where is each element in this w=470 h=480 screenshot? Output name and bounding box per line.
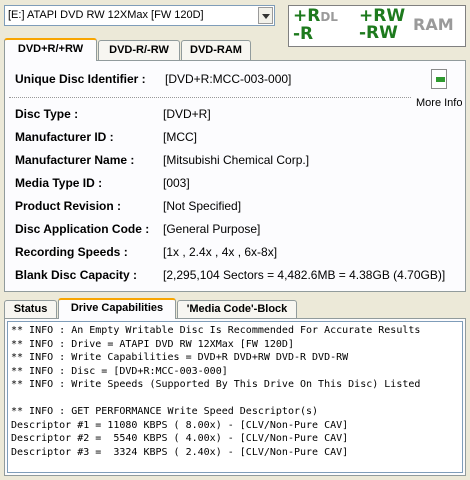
log-textarea[interactable]: ** INFO : An Empty Writable Disc Is Reco… — [7, 321, 463, 473]
tab-status[interactable]: Status — [4, 300, 57, 319]
more-info-label: More Info — [416, 97, 463, 109]
tab-dvd-plus-r[interactable]: DVD+R/+RW — [4, 38, 97, 61]
dvd-ram-logo: RAM — [413, 15, 454, 34]
field-label: Manufacturer ID : — [15, 130, 114, 144]
disc-info-panel: Unique Disc Identifier : [DVD+R:MCC-003-… — [4, 60, 466, 292]
field-label: Manufacturer Name : — [15, 153, 135, 167]
log-line: ** INFO : Disc = [DVD+R:MCC-003-000] — [11, 365, 228, 377]
field-value: [Mitsubishi Chemical Corp.] — [163, 153, 310, 167]
field-label: Recording Speeds : — [15, 245, 128, 259]
log-line: Descriptor #3 = 3324 KBPS ( 2.40x) - [CL… — [11, 446, 349, 458]
log-line: Descriptor #1 = 11080 KBPS ( 8.00x) - [C… — [11, 419, 349, 431]
log-line: Descriptor #2 = 5540 KBPS ( 4.00x) - [CL… — [11, 433, 349, 444]
divider — [9, 97, 411, 98]
format-logos: +RDL -R +RW -RW RAM — [288, 5, 466, 47]
log-line: ** INFO : An Empty Writable Disc Is Reco… — [11, 325, 421, 336]
log-panel: ** INFO : An Empty Writable Disc Is Reco… — [4, 318, 466, 476]
tab-media-code-block[interactable]: 'Media Code'-Block — [177, 300, 297, 319]
field-label: Blank Disc Capacity : — [15, 268, 138, 282]
disc-id-value: [DVD+R:MCC-003-000] — [165, 72, 292, 86]
log-line: ** INFO : Drive = ATAPI DVD RW 12XMax [F… — [11, 338, 294, 350]
tab-dvd-minus-r[interactable]: DVD-R/-RW — [98, 40, 180, 60]
chevron-down-icon[interactable] — [258, 7, 273, 24]
field-value: [MCC] — [163, 130, 197, 144]
field-value: [003] — [163, 176, 190, 190]
more-info-button[interactable]: More Info — [413, 69, 465, 113]
dvd-rw-logo: +RW -RW — [359, 6, 406, 43]
field-value: [Not Specified] — [163, 199, 242, 213]
log-line: ** INFO : Write Capabilities = DVD+R DVD… — [11, 352, 349, 363]
document-icon — [431, 69, 447, 89]
field-label: Media Type ID : — [15, 176, 103, 190]
field-value: [General Purpose] — [163, 222, 261, 236]
field-value: [DVD+R] — [163, 107, 211, 121]
dvd-r-dl-logo: +RDL -R — [293, 6, 338, 44]
field-label: Disc Type : — [15, 107, 79, 121]
drive-select-value: [E:] ATAPI DVD RW 12XMax [FW 120D] — [8, 9, 204, 21]
tab-drive-capabilities[interactable]: Drive Capabilities — [58, 298, 176, 319]
field-label: Product Revision : — [15, 199, 122, 213]
field-label: Disc Application Code : — [15, 222, 150, 236]
field-value: [1x , 2.4x , 4x , 6x-8x] — [163, 245, 278, 259]
log-line: ** INFO : Write Speeds (Supported By Thi… — [11, 379, 421, 390]
tab-dvd-ram[interactable]: DVD-RAM — [181, 40, 251, 60]
field-value: [2,295,104 Sectors = 4,482.6MB = 4.38GB … — [163, 268, 446, 282]
log-line: ** INFO : GET PERFORMANCE Write Speed De… — [11, 406, 319, 417]
drive-select[interactable]: [E:] ATAPI DVD RW 12XMax [FW 120D] — [4, 5, 275, 26]
disc-id-label: Unique Disc Identifier : — [15, 72, 146, 86]
